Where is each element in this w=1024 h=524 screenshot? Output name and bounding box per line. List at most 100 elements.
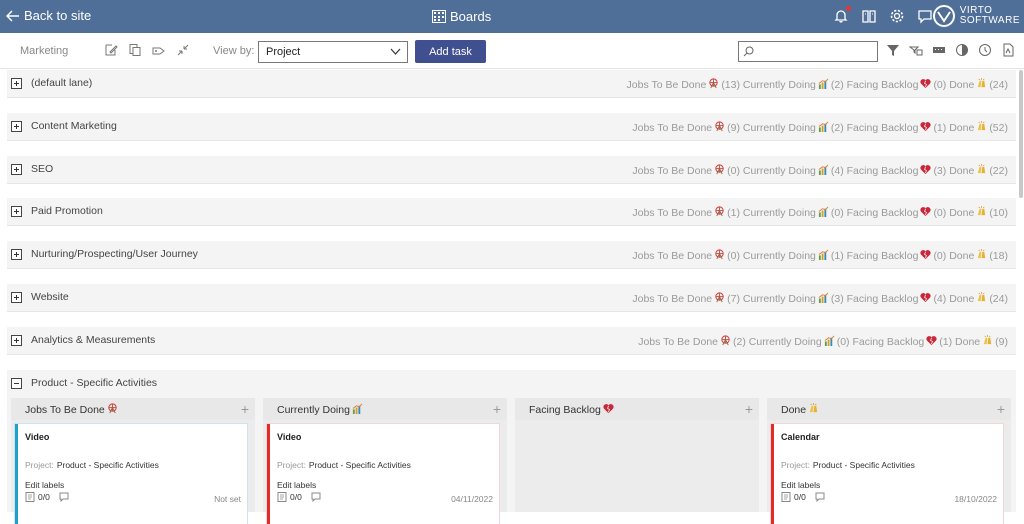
collapse-lane-toggle[interactable] [11,378,22,389]
expand-lane-toggle[interactable] [11,206,22,218]
lane-row[interactable]: Website Jobs To Be Done (7) Currently Doin… [7,284,1016,312]
stat-count: (22) [989,164,1008,177]
stat-count: (24) [989,79,1008,91]
broken-heart-icon [920,206,931,217]
lane-row[interactable]: Nurturing/Prospecting/User Journey Jobs T… [7,241,1016,270]
bell-icon[interactable] [832,6,851,25]
add-card-button[interactable]: + [241,401,249,417]
chart-bars-icon [818,292,829,303]
expand-lane-toggle[interactable] [11,120,22,132]
stat-label: Currently Doing [742,164,816,177]
card-project: Project: Product - Specific Activities [781,460,915,470]
expand-lane-toggle[interactable] [11,292,22,303]
edit-icon[interactable] [104,43,119,58]
checklist-icon [277,492,287,502]
stat-count: (52) [989,121,1008,134]
task-card[interactable]: Video Project: Product - Specific Activit… [267,424,499,524]
stat-label: Currently Doing [742,79,816,91]
add-card-button[interactable]: + [493,401,501,417]
toolbar-icons [104,43,191,58]
edit-labels-link[interactable]: Edit labels [781,480,820,490]
stat-count: (1) [830,250,844,263]
lane-row[interactable]: SEO Jobs To Be Done (0) Currently Doing (4)… [7,155,1016,184]
stat-label: Currently Doing [742,293,816,305]
checklist-icon [781,492,791,502]
stat-count: (0) [727,164,740,177]
filter-icon[interactable] [886,43,900,57]
copy-icon[interactable] [128,43,143,58]
edit-labels-link[interactable]: Edit labels [25,480,64,490]
filter-settings-icon[interactable] [909,43,923,57]
stat-count: (3) [933,164,947,177]
edit-labels-link[interactable]: Edit labels [277,480,316,490]
view-by-value: Project [266,46,301,58]
keyboard-icon[interactable] [932,43,946,57]
gear-icon[interactable] [888,7,906,25]
expand-lane-toggle[interactable] [11,249,22,261]
tag-icon[interactable] [152,43,167,58]
pdf-icon[interactable] [1001,43,1015,57]
stat-count: (10) [989,207,1008,220]
stat-count: (9) [727,121,740,134]
stat-count: (0) [830,207,844,220]
comment-icon[interactable] [59,492,69,502]
lane-row[interactable]: Paid Promotion Jobs To Be Done (1) Current… [7,198,1016,227]
back-to-site-link[interactable]: Back to site [6,8,91,23]
stat-count: (1) [727,207,740,220]
ferris-wheel-icon [714,164,725,175]
expand-lane-toggle[interactable] [11,78,22,89]
lane-row[interactable]: Content Marketing Jobs To Be Done (9) Curr… [7,112,1016,141]
stat-label: Done [955,335,981,348]
checklist-count: 0/0 [290,492,302,502]
book-icon[interactable] [860,7,878,25]
stat-count: (1) [939,335,953,348]
virto-logo-icon [932,5,955,27]
task-card[interactable]: Video Project: Product - Specific Activit… [15,424,247,524]
ferris-wheel-icon [720,335,731,346]
add-card-button[interactable]: + [997,401,1005,417]
history-icon[interactable] [978,43,992,57]
column-title: Currently Doing [277,403,365,416]
column-body: Calendar Project: Product - Specific Acti… [767,420,1011,524]
stat-label: Jobs To Be Done [632,293,713,305]
task-card[interactable]: Calendar Project: Product - Specific Acti… [771,424,1003,524]
chart-bars-icon [818,121,829,132]
clapping-hands-icon [976,206,987,217]
lane-name: Content Marketing [31,119,117,132]
broken-heart-icon [920,249,931,260]
lane-stats: Jobs To Be Done (7) Currently Doing (3) Fa… [632,292,1008,305]
comment-icon[interactable] [311,492,321,502]
lane-name: (default lane) [31,77,93,89]
column-title: Jobs To Be Done [25,403,120,416]
scrollbar[interactable] [1019,70,1023,198]
card-due-date: 18/10/2022 [954,494,997,504]
palette-icon[interactable] [955,43,969,57]
collapse-icon[interactable] [176,43,191,58]
stat-count: (2) [830,79,844,91]
broken-heart-icon [603,403,614,414]
lane-name: Product - Specific Activities [31,377,158,389]
search-input[interactable] [738,41,878,62]
view-by-select[interactable]: Project [258,41,408,63]
stat-label: Done [949,164,975,177]
add-card-button[interactable]: + [745,401,753,417]
add-task-button[interactable]: Add task [415,40,486,63]
lane-row[interactable]: Analytics & Measurements Jobs To Be Done (… [7,326,1016,355]
stat-count: (7) [727,293,740,305]
arrow-left-icon [6,9,19,22]
page-title-text: Boards [450,9,492,24]
column-title: Facing Backlog [529,403,616,416]
chart-bars-icon [824,335,835,346]
expand-lane-toggle[interactable] [11,334,22,346]
expand-lane-toggle[interactable] [11,163,22,175]
lane-row[interactable]: (default lane) Jobs To Be Done (13) Curren… [7,70,1016,98]
stat-label: Jobs To Be Done [632,164,713,177]
clapping-hands-icon [976,78,987,89]
breadcrumb[interactable]: Marketing [20,45,68,57]
comment-icon[interactable] [815,492,825,502]
stat-label: Facing Backlog [846,207,919,220]
ferris-wheel-icon [708,78,719,89]
stat-count: (0) [933,79,947,91]
stat-count: (3) [830,293,844,305]
logo-line2: SOFTWARE [959,15,1020,26]
